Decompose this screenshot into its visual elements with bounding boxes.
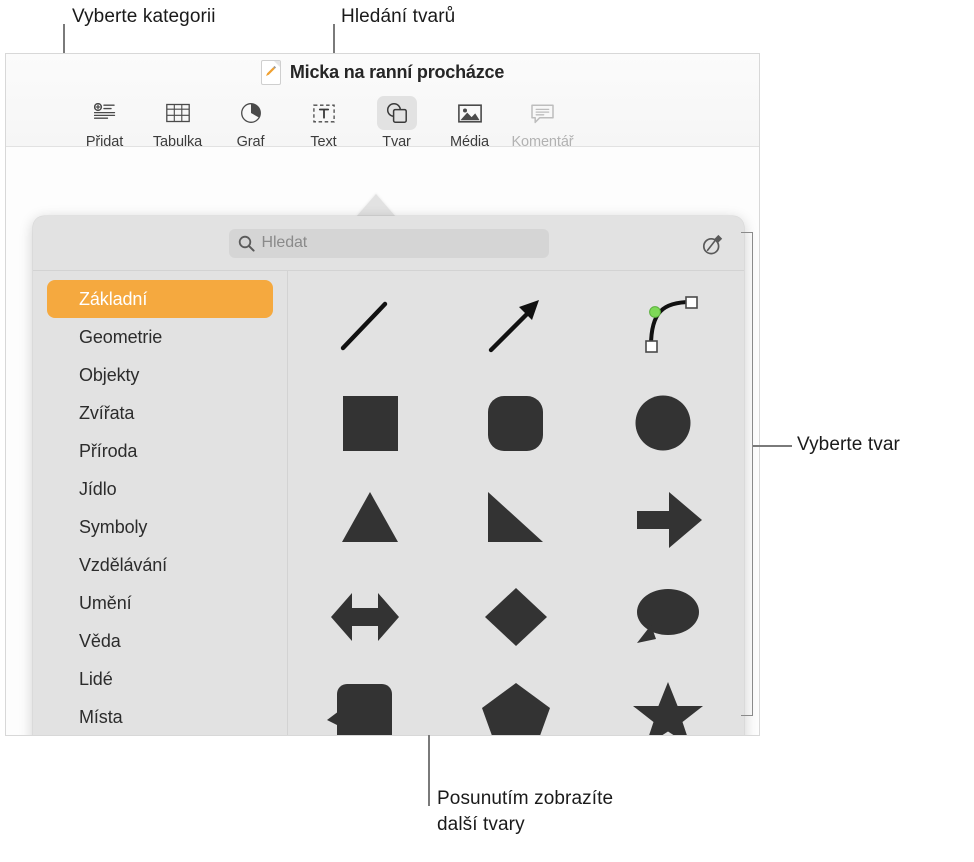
category-item-lide[interactable]: Lidé <box>47 660 273 698</box>
text-box-icon <box>312 104 335 122</box>
shape-line[interactable] <box>288 277 440 374</box>
toolbar-button-add[interactable]: Přidat <box>68 96 141 150</box>
shape-double-arrow[interactable] <box>288 568 440 665</box>
rounded-square-shape <box>488 395 543 451</box>
toolbar-label-media: Média <box>450 134 489 150</box>
toolbar-button-shape[interactable]: Tvar <box>360 96 433 150</box>
diamond-shape <box>485 587 547 646</box>
toolbar-label-comment: Komentář <box>511 134 574 150</box>
double-arrow-shape <box>331 592 399 641</box>
app-window: Micka na ranní procházce Přidat Tabulka … <box>5 53 760 736</box>
shape-rounded-square[interactable] <box>440 374 592 471</box>
shape-right-triangle[interactable] <box>440 471 592 568</box>
shape-speech-bubble-oval[interactable] <box>592 568 744 665</box>
callout-choose-category: Vyberte kategorii <box>72 6 216 27</box>
toolbar-label-text: Text <box>310 134 337 150</box>
pages-document-icon <box>260 60 281 85</box>
document-title: Micka na ranní procházce <box>289 62 505 82</box>
search-icon <box>238 235 255 252</box>
toolbar-button-chart[interactable]: Graf <box>214 96 287 150</box>
category-label: Geometrie <box>79 326 163 347</box>
circle-shape <box>635 395 691 450</box>
category-item-mista[interactable]: Místa <box>47 698 273 735</box>
shape-triangle[interactable] <box>288 471 440 568</box>
shape-speech-bubble-rect[interactable] <box>288 665 440 735</box>
bezier-curve-shape <box>645 295 698 353</box>
window-titlebar: Micka na ranní procházce Přidat Tabulka … <box>6 54 759 150</box>
popover-header: Hledat <box>33 216 744 270</box>
toolbar-button-table[interactable]: Tabulka <box>141 96 214 150</box>
shape-circle[interactable] <box>592 374 744 471</box>
shapes-grid <box>288 271 744 735</box>
toolbar-button-media[interactable]: Média <box>433 96 506 150</box>
shape-square[interactable] <box>288 374 440 471</box>
shape-pentagon[interactable] <box>440 665 592 735</box>
category-item-geometrie[interactable]: Geometrie <box>47 318 273 356</box>
pen-icon <box>702 234 723 255</box>
pentagon-shape <box>482 682 550 735</box>
popover-body: Základní Geometrie Objekty Zvířata Příro… <box>33 270 744 735</box>
toolbar-button-comment[interactable]: Komentář <box>506 96 579 150</box>
leader-line-choose-shape <box>752 445 792 447</box>
callout-choose-shape: Vyberte tvar <box>797 434 900 455</box>
category-item-zakladni[interactable]: Základní <box>47 280 273 318</box>
category-label: Symboly <box>79 516 148 537</box>
draw-shape-button[interactable] <box>698 229 728 259</box>
star-shape <box>633 681 703 735</box>
callout-scroll-more: Posunutím zobrazíte další tvary <box>437 788 614 835</box>
add-item-icon <box>93 103 115 119</box>
toolbar-label-text-chart: Graf <box>236 134 265 150</box>
comment-icon <box>531 103 554 123</box>
category-label: Příroda <box>79 440 138 461</box>
toolbar-label-table: Tabulka <box>152 134 203 150</box>
table-icon <box>165 103 190 123</box>
toolbar: Přidat Tabulka Graf Text Tvar Média Kome… <box>6 96 759 150</box>
right-arrow-shape <box>637 491 702 548</box>
category-label: Místa <box>79 706 123 727</box>
shape-icon <box>386 102 407 123</box>
category-item-zvirata[interactable]: Zvířata <box>47 394 273 432</box>
category-item-jidlo[interactable]: Jídlo <box>47 470 273 508</box>
category-label: Umění <box>79 592 132 613</box>
category-label: Jídlo <box>79 478 117 499</box>
category-item-symboly[interactable]: Symboly <box>47 508 273 546</box>
shape-bezier-curve[interactable] <box>592 277 744 374</box>
popover-arrow <box>356 194 396 217</box>
category-label: Věda <box>79 630 121 651</box>
shape-arrow-line[interactable] <box>440 277 592 374</box>
category-label: Objekty <box>79 364 140 385</box>
category-item-umeni[interactable]: Umění <box>47 584 273 622</box>
triangle-shape <box>342 491 398 542</box>
shape-diamond[interactable] <box>440 568 592 665</box>
toolbar-label-shape: Tvar <box>382 134 411 150</box>
square-shape <box>343 395 398 451</box>
toolbar-button-text[interactable]: Text <box>287 96 360 150</box>
document-title-area: Micka na ranní procházce <box>6 60 759 85</box>
shapes-popover: Hledat Základní Geometrie Objekty Zvířat… <box>33 216 744 735</box>
category-label: Základní <box>79 288 148 309</box>
shape-right-arrow[interactable] <box>592 471 744 568</box>
shape-search-input[interactable]: Hledat <box>228 228 549 258</box>
bracket-shapes-area <box>741 232 753 716</box>
shape-search-placeholder: Hledat <box>261 234 308 251</box>
chart-icon <box>240 103 261 123</box>
category-item-vzdelavani[interactable]: Vzdělávání <box>47 546 273 584</box>
speech-bubble-rect-shape <box>327 683 392 735</box>
category-label: Lidé <box>79 668 113 689</box>
shape-star[interactable] <box>592 665 744 735</box>
category-label: Zvířata <box>79 402 135 423</box>
speech-bubble-oval-shape <box>637 588 699 643</box>
category-item-priroda[interactable]: Příroda <box>47 432 273 470</box>
callout-search-shapes: Hledání tvarů <box>341 6 456 27</box>
shape-category-list[interactable]: Základní Geometrie Objekty Zvířata Příro… <box>33 271 288 735</box>
category-label: Vzdělávání <box>79 554 168 575</box>
right-triangle-shape <box>488 491 543 542</box>
line-shape <box>340 301 388 350</box>
media-icon <box>457 103 482 123</box>
toolbar-label-add: Přidat <box>85 134 124 150</box>
arrow-line-shape <box>488 299 539 352</box>
category-item-objekty[interactable]: Objekty <box>47 356 273 394</box>
category-item-veda[interactable]: Věda <box>47 622 273 660</box>
